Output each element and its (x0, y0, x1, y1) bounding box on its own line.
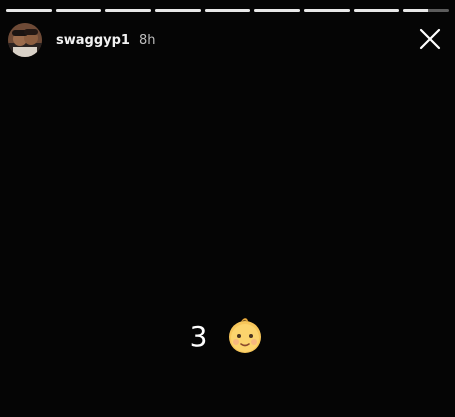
username[interactable]: swaggyp1 (56, 33, 130, 48)
post-time: 8h (138, 32, 156, 48)
progress-segment (105, 9, 152, 12)
progress-segment (254, 9, 301, 12)
story-progress-bar (6, 9, 450, 12)
progress-segment (353, 9, 400, 12)
caption-number: 3 (189, 319, 208, 353)
progress-segment (155, 9, 201, 12)
close-icon (419, 28, 441, 50)
avatar[interactable] (8, 23, 42, 57)
story-header: swaggyp1 8h (8, 22, 447, 58)
profile-photo-icon (8, 23, 42, 57)
story-viewer: swaggyp1 8h 3 (0, 0, 455, 417)
close-button[interactable] (417, 26, 443, 52)
story-caption: 3 (0, 313, 455, 359)
progress-segment (304, 9, 350, 12)
progress-segment (6, 9, 52, 12)
baby-face-emoji-icon (229, 318, 262, 353)
progress-segment (403, 9, 450, 12)
progress-segment (204, 9, 251, 12)
progress-segment (55, 9, 102, 12)
